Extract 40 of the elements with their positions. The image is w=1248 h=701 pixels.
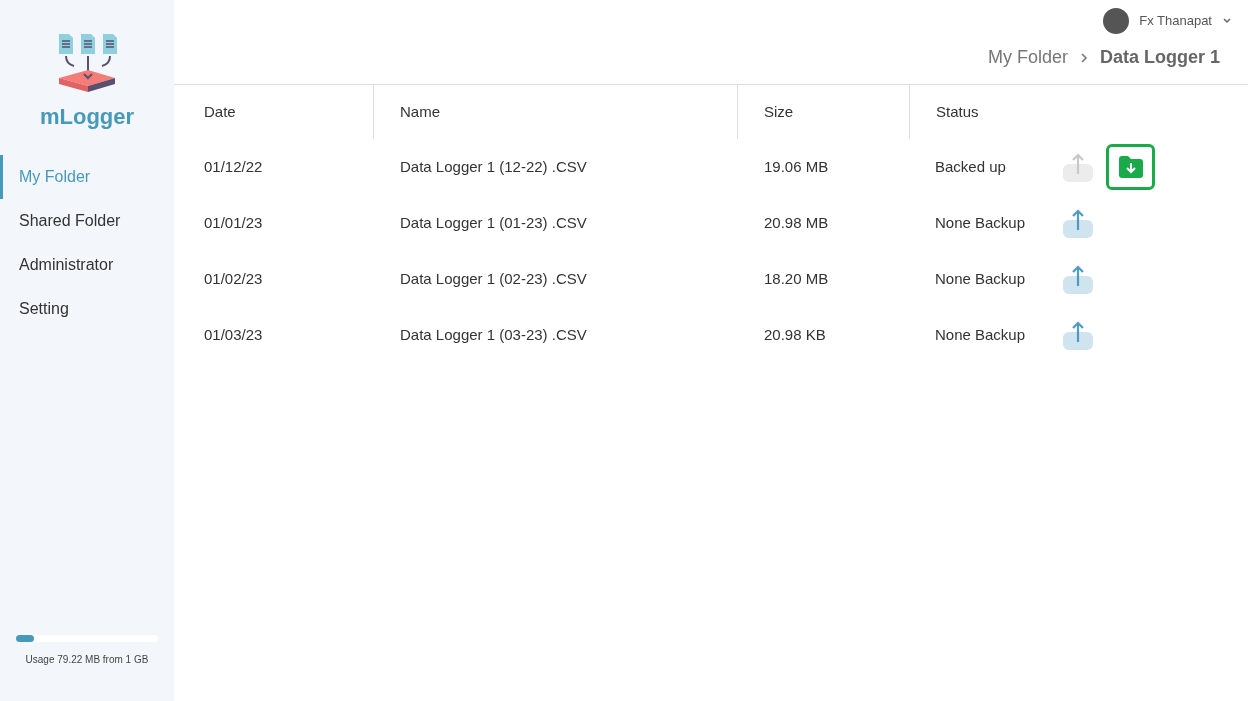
table-cell-text: Data Logger 1 (01-23) .CSV <box>400 212 587 233</box>
sidebar-item[interactable]: Administrator <box>0 243 174 287</box>
app-name: mLogger <box>39 103 135 131</box>
upload-button[interactable] <box>1063 264 1093 294</box>
table-cell-text: 18.20 MB <box>764 268 829 289</box>
arrow-up-icon <box>1070 152 1086 176</box>
avatar[interactable] <box>1103 8 1130 34</box>
table-cell-text: 20.98 KB <box>764 324 826 345</box>
table-cell-text: None Backup <box>935 268 1027 289</box>
chevron-down-icon[interactable] <box>1222 16 1232 26</box>
table-cell-text: Data Logger 1 (03-23) .CSV <box>400 324 587 345</box>
table-cell-text: None Backup <box>935 324 1027 345</box>
arrow-up-icon <box>1070 320 1086 344</box>
arrow-up-icon <box>1070 264 1086 288</box>
table-cell-text: 19.06 MB <box>764 156 829 177</box>
table-cell-text: 01/02/23 <box>204 268 263 289</box>
table-cell-text: 20.98 MB <box>764 212 829 233</box>
upload-button[interactable] <box>1063 320 1093 350</box>
table-cell-text: Data Logger 1 (12-22) .CSV <box>400 156 587 177</box>
table-cell-text: 01/01/23 <box>204 212 263 233</box>
table-cell-text: Data Logger 1 (02-23) .CSV <box>400 268 587 289</box>
table-cell-text: Backed up <box>935 156 1007 177</box>
column-header: Date <box>204 101 236 122</box>
column-header: Name <box>400 101 440 122</box>
folder-download-icon <box>1117 155 1144 179</box>
download-button[interactable] <box>1106 144 1155 190</box>
column-header: Status <box>936 101 979 122</box>
table-cell-text: None Backup <box>935 212 1027 233</box>
upload-button[interactable] <box>1063 208 1093 238</box>
table-cell-text: 01/12/22 <box>204 156 263 177</box>
column-header: Size <box>764 101 794 122</box>
sidebar-item[interactable]: Shared Folder <box>0 199 174 243</box>
usage-text: Usage 79.22 MB from 1 GB <box>25 653 149 667</box>
breadcrumb-item: Data Logger 1 <box>1099 46 1220 69</box>
sidebar-item[interactable]: Setting <box>0 287 174 331</box>
arrow-up-icon <box>1070 208 1086 232</box>
table-cell-text: 01/03/23 <box>204 324 263 345</box>
chevron-right-icon <box>1079 51 1088 64</box>
user-name: Fx Thanapat <box>1139 12 1212 31</box>
breadcrumb-item[interactable]: My Folder <box>987 44 1068 71</box>
